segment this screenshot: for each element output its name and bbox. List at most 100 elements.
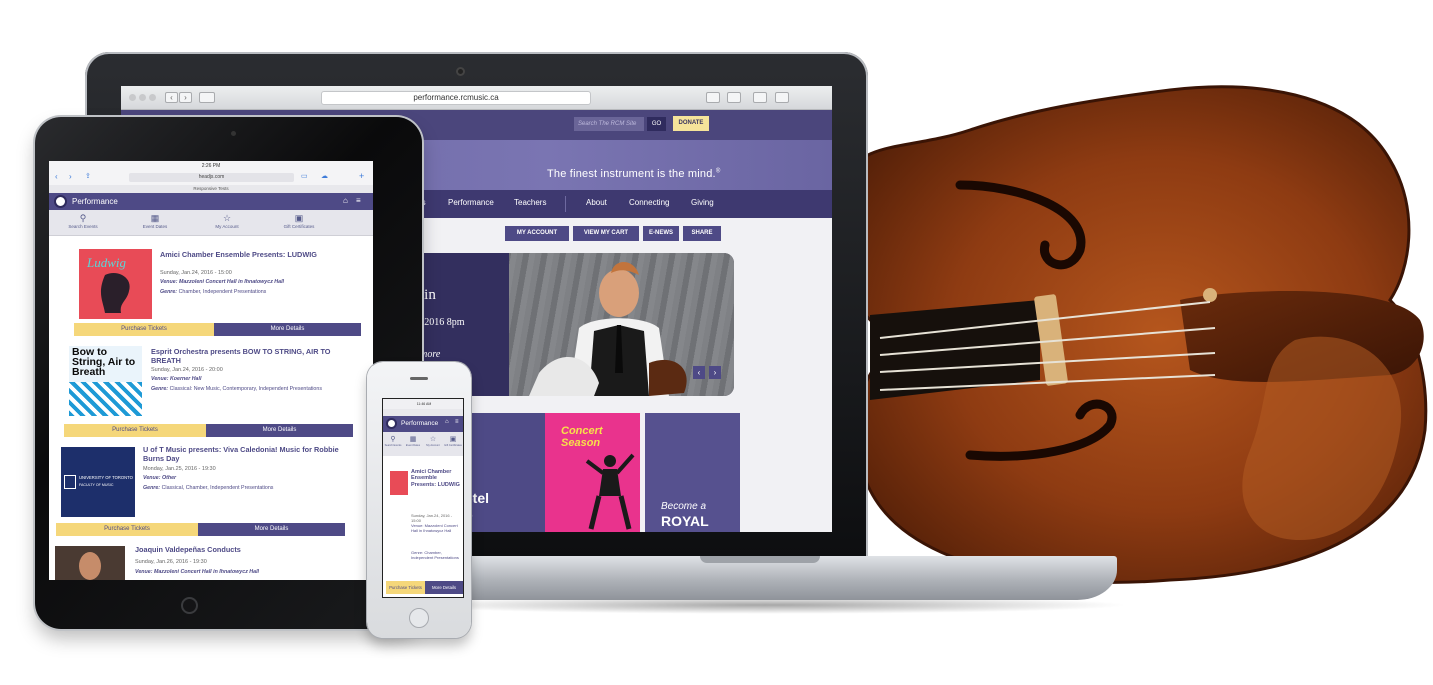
event-venue: Venue: Other	[143, 475, 353, 482]
calendar-icon: ▦	[150, 213, 160, 223]
carousel-prev-button[interactable]: ‹	[693, 366, 705, 379]
gift-icon: ▣	[449, 436, 457, 443]
new-tab-button[interactable]	[775, 92, 789, 103]
device-mockup-scene: ‹ › performance.rcmusic.ca Search The RC…	[0, 0, 1433, 685]
laptop-camera	[456, 67, 465, 76]
enews-button[interactable]: E-NEWS	[643, 226, 679, 241]
promo-tile-concert-season[interactable]: Concert Season	[545, 413, 640, 532]
event-thumbnail-conductor	[55, 546, 125, 580]
tab-search-events[interactable]: ⚲ Search Events	[383, 435, 403, 447]
tab-label: My Account	[215, 224, 239, 229]
window-minimize-button[interactable]	[139, 94, 146, 101]
event-list-item[interactable]: Bow to String, Air to Breath Esprit Orch…	[49, 346, 373, 438]
venue-value: Mazzoleni Concert Hall in Ihnatowycz Hal…	[178, 279, 285, 285]
menu-icon[interactable]: ≡	[356, 196, 361, 205]
tab-gift-certificates[interactable]: ▣ Gift Certificates	[443, 435, 463, 447]
sidebar-toggle-button[interactable]	[199, 92, 215, 103]
thumbnail-pattern	[69, 382, 142, 416]
event-title[interactable]: Esprit Orchestra presents BOW TO STRING,…	[151, 347, 361, 365]
more-details-button[interactable]: More Details	[206, 424, 353, 437]
tab-gift-certificates[interactable]: ▣ Gift Certificates	[269, 213, 329, 229]
venue-value: Mazzoleni Concert Hall in Ihnatowycz Hal…	[153, 569, 260, 575]
event-genre: Genre: Chamber, Independent Presentation…	[411, 550, 459, 560]
phone-app-header: Performance ⌂ ≡	[383, 416, 463, 432]
tab-event-dates[interactable]: ▦ Event Dates	[125, 213, 185, 229]
tablet-new-tab-icon[interactable]: +	[359, 171, 364, 181]
laptop-notch	[700, 556, 820, 563]
more-details-button[interactable]: More Details	[214, 323, 361, 336]
nav-item-giving[interactable]: Giving	[691, 198, 714, 207]
search-go-button[interactable]: GO	[647, 117, 666, 131]
event-genre: Genre: Classical, Chamber, Independent P…	[143, 485, 353, 492]
more-details-button[interactable]: More Details	[425, 581, 463, 594]
carousel-next-button[interactable]: ›	[709, 366, 721, 379]
event-list-item[interactable]: UNIVERSITY OF TORONTO FACULTY OF MUSIC U…	[49, 445, 373, 537]
tab-search-events[interactable]: ⚲ Search Events	[53, 213, 113, 229]
share-button[interactable]: SHARE	[683, 226, 721, 241]
tab-label: Event Dates	[405, 444, 421, 447]
promo-right-line2: ROYAL	[661, 513, 709, 529]
tabs-icon[interactable]	[727, 92, 741, 103]
purchase-tickets-button[interactable]: Purchase Tickets	[386, 581, 425, 594]
tablet-app-header: Performance ⌂ ≡	[49, 193, 373, 210]
share-icon[interactable]	[706, 92, 720, 103]
tablet-cloud-icon[interactable]: ☁	[321, 172, 328, 180]
window-zoom-button[interactable]	[149, 94, 156, 101]
window-close-button[interactable]	[129, 94, 136, 101]
event-date: Sunday, Jan.24, 2016 - 15:00	[160, 270, 232, 276]
event-title[interactable]: Amici Chamber Ensemble Presents: LUDWIG	[411, 469, 463, 488]
purchase-tickets-button[interactable]: Purchase Tickets	[56, 523, 198, 536]
nav-item-connecting[interactable]: Connecting	[629, 198, 669, 207]
home-icon[interactable]: ⌂	[445, 419, 449, 425]
event-title[interactable]: U of T Music presents: Viva Caledonia! M…	[143, 445, 353, 463]
tablet-back-icon[interactable]: ‹	[55, 172, 58, 181]
genre-value: Classical, Chamber, Independent Presenta…	[161, 485, 274, 491]
venue-value: Other	[161, 475, 177, 481]
phone-home-button[interactable]	[409, 608, 429, 628]
event-venue: Venue: Mazzoleni Concert Hall in Ihnatow…	[135, 569, 365, 576]
event-title[interactable]: Amici Chamber Ensemble Presents: LUDWIG	[160, 250, 360, 260]
home-icon[interactable]: ⌂	[343, 196, 348, 205]
nav-item-about[interactable]: About	[586, 198, 607, 207]
purchase-tickets-button[interactable]: Purchase Tickets	[74, 323, 214, 336]
rcm-logo-icon[interactable]	[386, 418, 397, 429]
tab-event-dates[interactable]: ▦ Event Dates	[403, 435, 423, 447]
event-venue: Venue: Mazzoleni Concert Hall in Ihnatow…	[411, 523, 458, 533]
purchase-tickets-button[interactable]: Purchase Tickets	[64, 424, 206, 437]
tablet-forward-icon[interactable]: ›	[69, 172, 72, 181]
downloads-icon[interactable]	[753, 92, 767, 103]
tablet-browser-bar: ‹ › ⇪ headjs.com ▭ ☁ +	[49, 171, 373, 185]
rcm-logo-icon[interactable]	[54, 195, 67, 208]
tablet-address-bar[interactable]: headjs.com	[129, 173, 294, 182]
event-title[interactable]: Joaquin Valdepeñas Conducts	[135, 545, 355, 555]
calendar-icon: ▦	[409, 436, 417, 443]
tablet-home-button[interactable]	[181, 597, 198, 614]
tablet-bookmarks-icon[interactable]: ▭	[301, 172, 308, 180]
nav-item-performance[interactable]: Performance	[448, 198, 494, 207]
uoft-crest-icon	[64, 475, 76, 489]
more-details-button[interactable]: More Details	[198, 523, 345, 536]
site-search-input[interactable]: Search The RCM Site	[574, 117, 644, 131]
back-button[interactable]: ‹	[165, 92, 178, 103]
view-cart-button[interactable]: VIEW MY CART	[573, 226, 639, 241]
event-genre: Genre: Classical: New Music, Contemporar…	[151, 386, 336, 393]
donate-button[interactable]: DONATE	[673, 116, 709, 131]
event-date: Monday, Jan.25, 2016 - 19:30	[143, 466, 216, 472]
forward-button[interactable]: ›	[179, 92, 192, 103]
address-bar[interactable]: performance.rcmusic.ca	[321, 91, 591, 105]
tab-my-account[interactable]: ☆ My Account	[197, 213, 257, 229]
promo-tile-become-royal[interactable]: Become a ROYAL	[645, 413, 740, 532]
nav-item-teachers[interactable]: Teachers	[514, 198, 546, 207]
menu-icon[interactable]: ≡	[455, 419, 459, 425]
event-thumbnail-uoft: UNIVERSITY OF TORONTO FACULTY OF MUSIC	[61, 447, 135, 517]
venue-label: Venue:	[143, 475, 161, 481]
event-list-item[interactable]: Joaquin Valdepeñas Conducts Sunday, Jan.…	[49, 543, 373, 580]
my-account-button[interactable]: MY ACCOUNT	[505, 226, 569, 241]
thumbnail-text: Bow to String, Air to Breath	[72, 346, 136, 378]
search-icon: ⚲	[390, 436, 396, 443]
tab-my-account[interactable]: ☆ My Account	[423, 435, 443, 447]
venue-label: Venue:	[151, 376, 169, 382]
tablet-share-icon[interactable]: ⇪	[85, 172, 91, 180]
event-list-item[interactable]: Ludwig Amici Chamber Ensemble Presents: …	[49, 249, 373, 339]
venue-value: Koerner Hall	[169, 376, 202, 382]
